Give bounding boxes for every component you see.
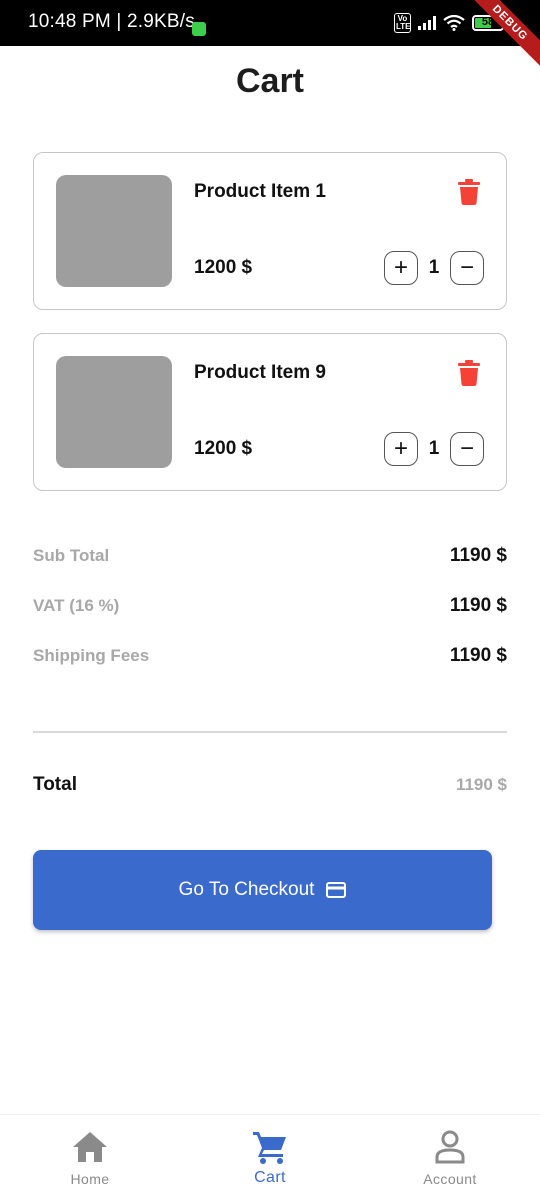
- nav-item-home[interactable]: Home: [0, 1115, 180, 1200]
- subtotal-label: Sub Total: [33, 546, 110, 565]
- checkout-label: Go To Checkout: [178, 879, 315, 900]
- nav-item-cart[interactable]: Cart: [180, 1115, 360, 1200]
- nav-label-cart: Cart: [254, 1169, 286, 1186]
- product-price: 1200 $: [194, 257, 253, 278]
- vat-value: 1190 $: [449, 595, 507, 616]
- account-icon: [435, 1130, 465, 1164]
- product-name: Product Item 1: [194, 181, 326, 202]
- quantity-stepper: + 1 −: [384, 432, 484, 466]
- total-label: Total: [33, 774, 77, 795]
- quantity-stepper: + 1 −: [384, 251, 484, 285]
- increase-quantity-button[interactable]: +: [384, 432, 418, 466]
- status-time: 10:48 PM | 2.9KB/s: [28, 11, 195, 32]
- vat-label: VAT (16 %): [33, 596, 120, 615]
- product-image: [56, 356, 172, 468]
- checkout-button[interactable]: Go To Checkout: [33, 850, 492, 930]
- delete-icon[interactable]: [458, 179, 480, 205]
- app-notification-icon: [192, 22, 206, 36]
- increase-quantity-button[interactable]: +: [384, 251, 418, 285]
- shipping-value: 1190 $: [449, 645, 507, 666]
- decrease-quantity-button[interactable]: −: [450, 251, 484, 285]
- status-bar: 10:48 PM | 2.9KB/s Vo LTE 58 DEBUG: [0, 0, 540, 72]
- quantity-value: 1: [428, 438, 440, 459]
- cart-icon: [253, 1132, 286, 1164]
- subtotal-value: 1190 $: [449, 545, 507, 566]
- shipping-row: Shipping Fees 1190 $: [33, 641, 507, 671]
- product-name: Product Item 9: [194, 362, 326, 383]
- product-price: 1200 $: [194, 438, 253, 459]
- vat-row: VAT (16 %) 1190 $: [33, 591, 507, 621]
- credit-card-icon: [326, 882, 347, 898]
- nav-item-account[interactable]: Account: [360, 1115, 540, 1200]
- nav-label-account: Account: [423, 1171, 477, 1187]
- total-row: Total 1190 $: [33, 770, 507, 800]
- shipping-label: Shipping Fees: [33, 646, 150, 665]
- signal-icon: [418, 16, 436, 30]
- bottom-navigation: Home Cart Account: [0, 1114, 540, 1200]
- cart-item: Product Item 1 1200 $ + 1 −: [33, 152, 507, 310]
- subtotal-row: Sub Total 1190 $: [33, 541, 507, 571]
- total-value: 1190 $: [455, 775, 507, 794]
- page-title: Cart: [235, 62, 305, 100]
- cart-item: Product Item 9 1200 $ + 1 −: [33, 333, 507, 491]
- home-icon: [73, 1132, 107, 1162]
- quantity-value: 1: [428, 257, 440, 278]
- summary-divider: [33, 731, 507, 733]
- nav-label-home: Home: [70, 1171, 110, 1187]
- wifi-icon: [443, 15, 465, 31]
- decrease-quantity-button[interactable]: −: [450, 432, 484, 466]
- product-image: [56, 175, 172, 287]
- delete-icon[interactable]: [458, 360, 480, 386]
- status-indicators: Vo LTE 58: [394, 12, 504, 34]
- volte-icon: Vo LTE: [394, 13, 411, 33]
